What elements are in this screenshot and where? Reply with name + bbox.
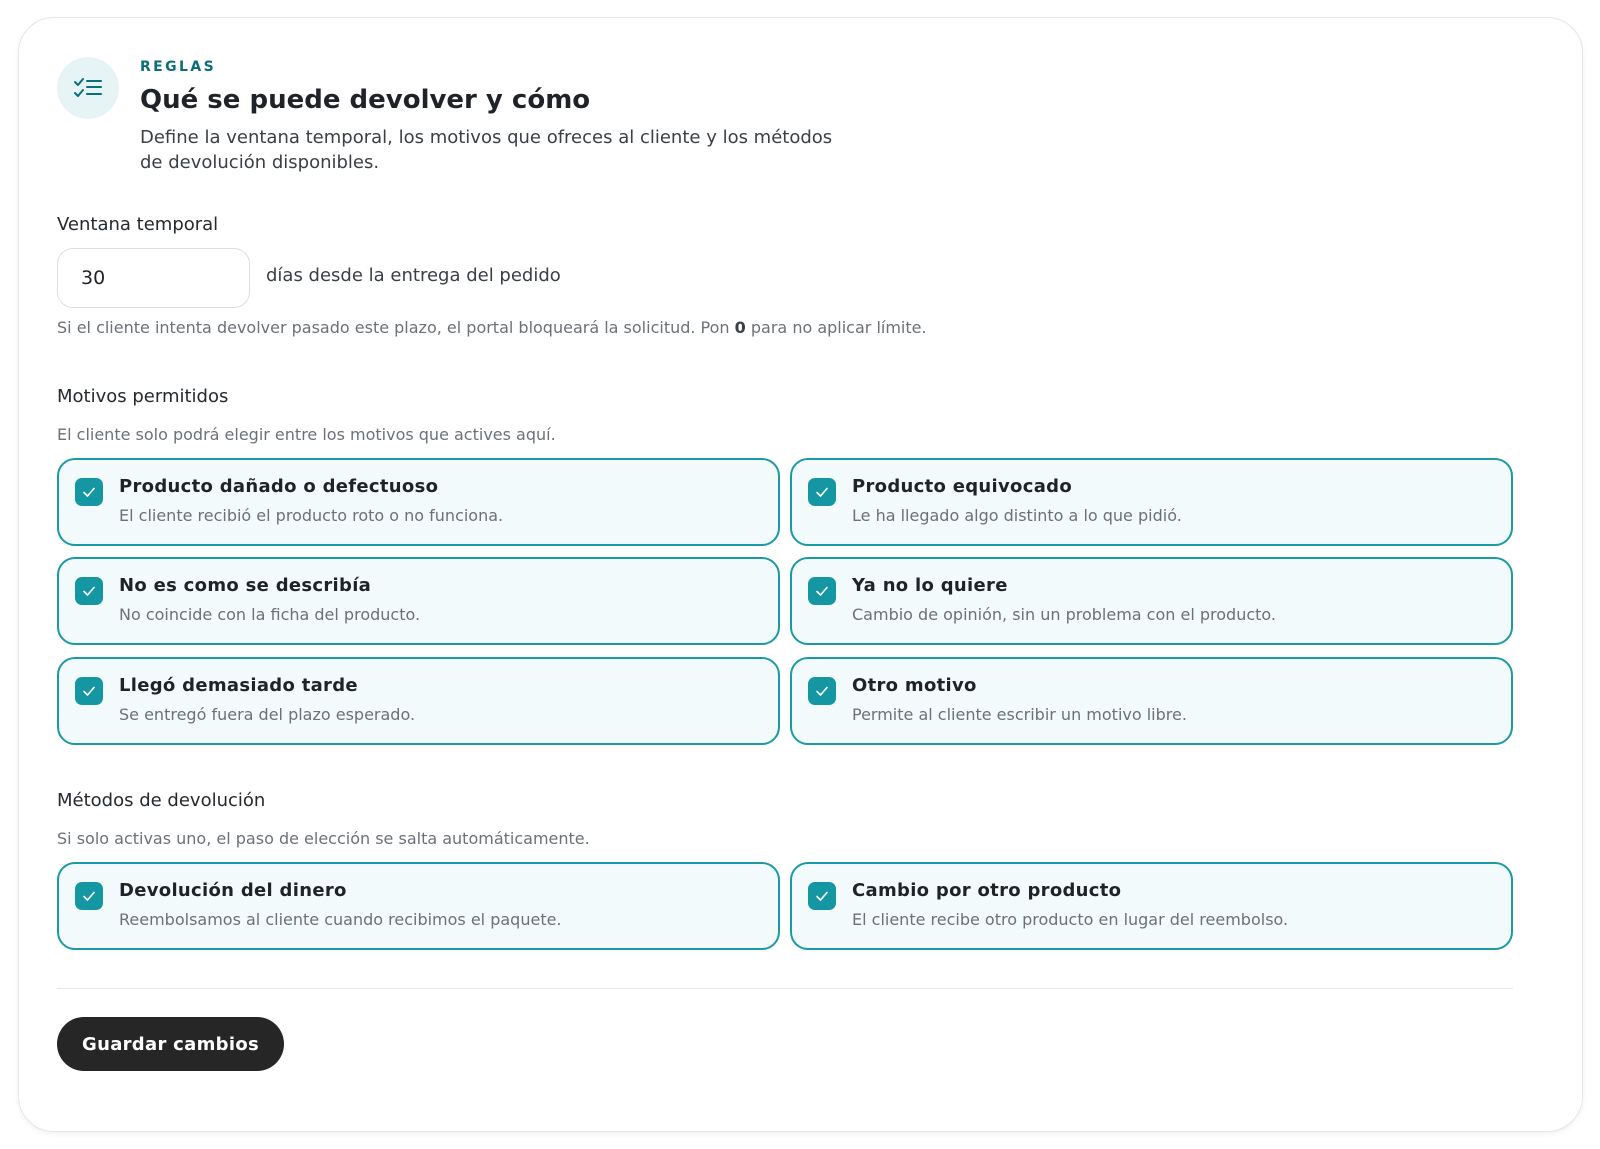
checkbox-checked-icon[interactable]: [808, 577, 836, 605]
window-label: Ventana temporal: [57, 214, 219, 235]
settings-card: REGLAS Qué se puede devolver y cómo Defi…: [18, 17, 1583, 1132]
option-title: Producto equivocado: [852, 476, 1072, 497]
checkbox-checked-icon[interactable]: [808, 478, 836, 506]
reason-option-not-as-described[interactable]: No es como se describía No coincide con …: [57, 557, 780, 645]
checklist-icon: [57, 57, 119, 119]
window-help-text: Si el cliente intenta devolver pasado es…: [57, 318, 735, 337]
method-option-refund[interactable]: Devolución del dinero Reembolsamos al cl…: [57, 862, 780, 950]
methods-help: Si solo activas uno, el paso de elección…: [57, 829, 590, 848]
checkbox-checked-icon[interactable]: [75, 882, 103, 910]
section-eyebrow: REGLAS: [140, 59, 217, 75]
page-title: Qué se puede devolver y cómo: [140, 85, 591, 115]
reason-option-damaged[interactable]: Producto dañado o defectuoso El cliente …: [57, 458, 780, 546]
option-description: Reembolsamos al cliente cuando recibimos…: [119, 910, 562, 929]
methods-label: Métodos de devolución: [57, 790, 266, 811]
option-description: Le ha llegado algo distinto a lo que pid…: [852, 506, 1182, 525]
option-title: Llegó demasiado tarde: [119, 675, 358, 696]
option-title: Ya no lo quiere: [852, 575, 1008, 596]
days-input[interactable]: [57, 248, 250, 308]
checkbox-checked-icon[interactable]: [75, 478, 103, 506]
option-title: Cambio por otro producto: [852, 880, 1122, 901]
method-option-exchange[interactable]: Cambio por otro producto El cliente reci…: [790, 862, 1513, 950]
reason-option-other[interactable]: Otro motivo Permite al cliente escribir …: [790, 657, 1513, 745]
days-suffix: días desde la entrega del pedido: [266, 265, 561, 286]
option-title: Devolución del dinero: [119, 880, 347, 901]
option-description: El cliente recibió el producto roto o no…: [119, 506, 504, 525]
option-title: No es como se describía: [119, 575, 372, 596]
reasons-help: El cliente solo podrá elegir entre los m…: [57, 425, 556, 444]
window-help-text-end: para no aplicar límite.: [745, 318, 927, 337]
reasons-label: Motivos permitidos: [57, 386, 229, 407]
window-help-bold: 0: [734, 318, 746, 337]
reason-option-arrived-late[interactable]: Llegó demasiado tarde Se entregó fuera d…: [57, 657, 780, 745]
checkbox-checked-icon[interactable]: [808, 677, 836, 705]
checkbox-checked-icon[interactable]: [808, 882, 836, 910]
checkbox-checked-icon[interactable]: [75, 677, 103, 705]
option-description: No coincide con la ficha del producto.: [119, 605, 421, 624]
reason-option-wrong-product[interactable]: Producto equivocado Le ha llegado algo d…: [790, 458, 1513, 546]
option-description: Cambio de opinión, sin un problema con e…: [852, 605, 1276, 624]
page-subtitle: Define la ventana temporal, los motivos …: [140, 127, 833, 173]
window-help: Si el cliente intenta devolver pasado es…: [57, 318, 927, 337]
save-button[interactable]: Guardar cambios: [57, 1017, 284, 1071]
option-title: Otro motivo: [852, 675, 977, 696]
option-description: Permite al cliente escribir un motivo li…: [852, 705, 1187, 724]
footer-divider: [57, 988, 1513, 989]
option-description: El cliente recibe otro producto en lugar…: [852, 910, 1289, 929]
reason-option-no-longer-wanted[interactable]: Ya no lo quiere Cambio de opinión, sin u…: [790, 557, 1513, 645]
option-description: Se entregó fuera del plazo esperado.: [119, 705, 416, 724]
option-title: Producto dañado o defectuoso: [119, 476, 439, 497]
checkbox-checked-icon[interactable]: [75, 577, 103, 605]
